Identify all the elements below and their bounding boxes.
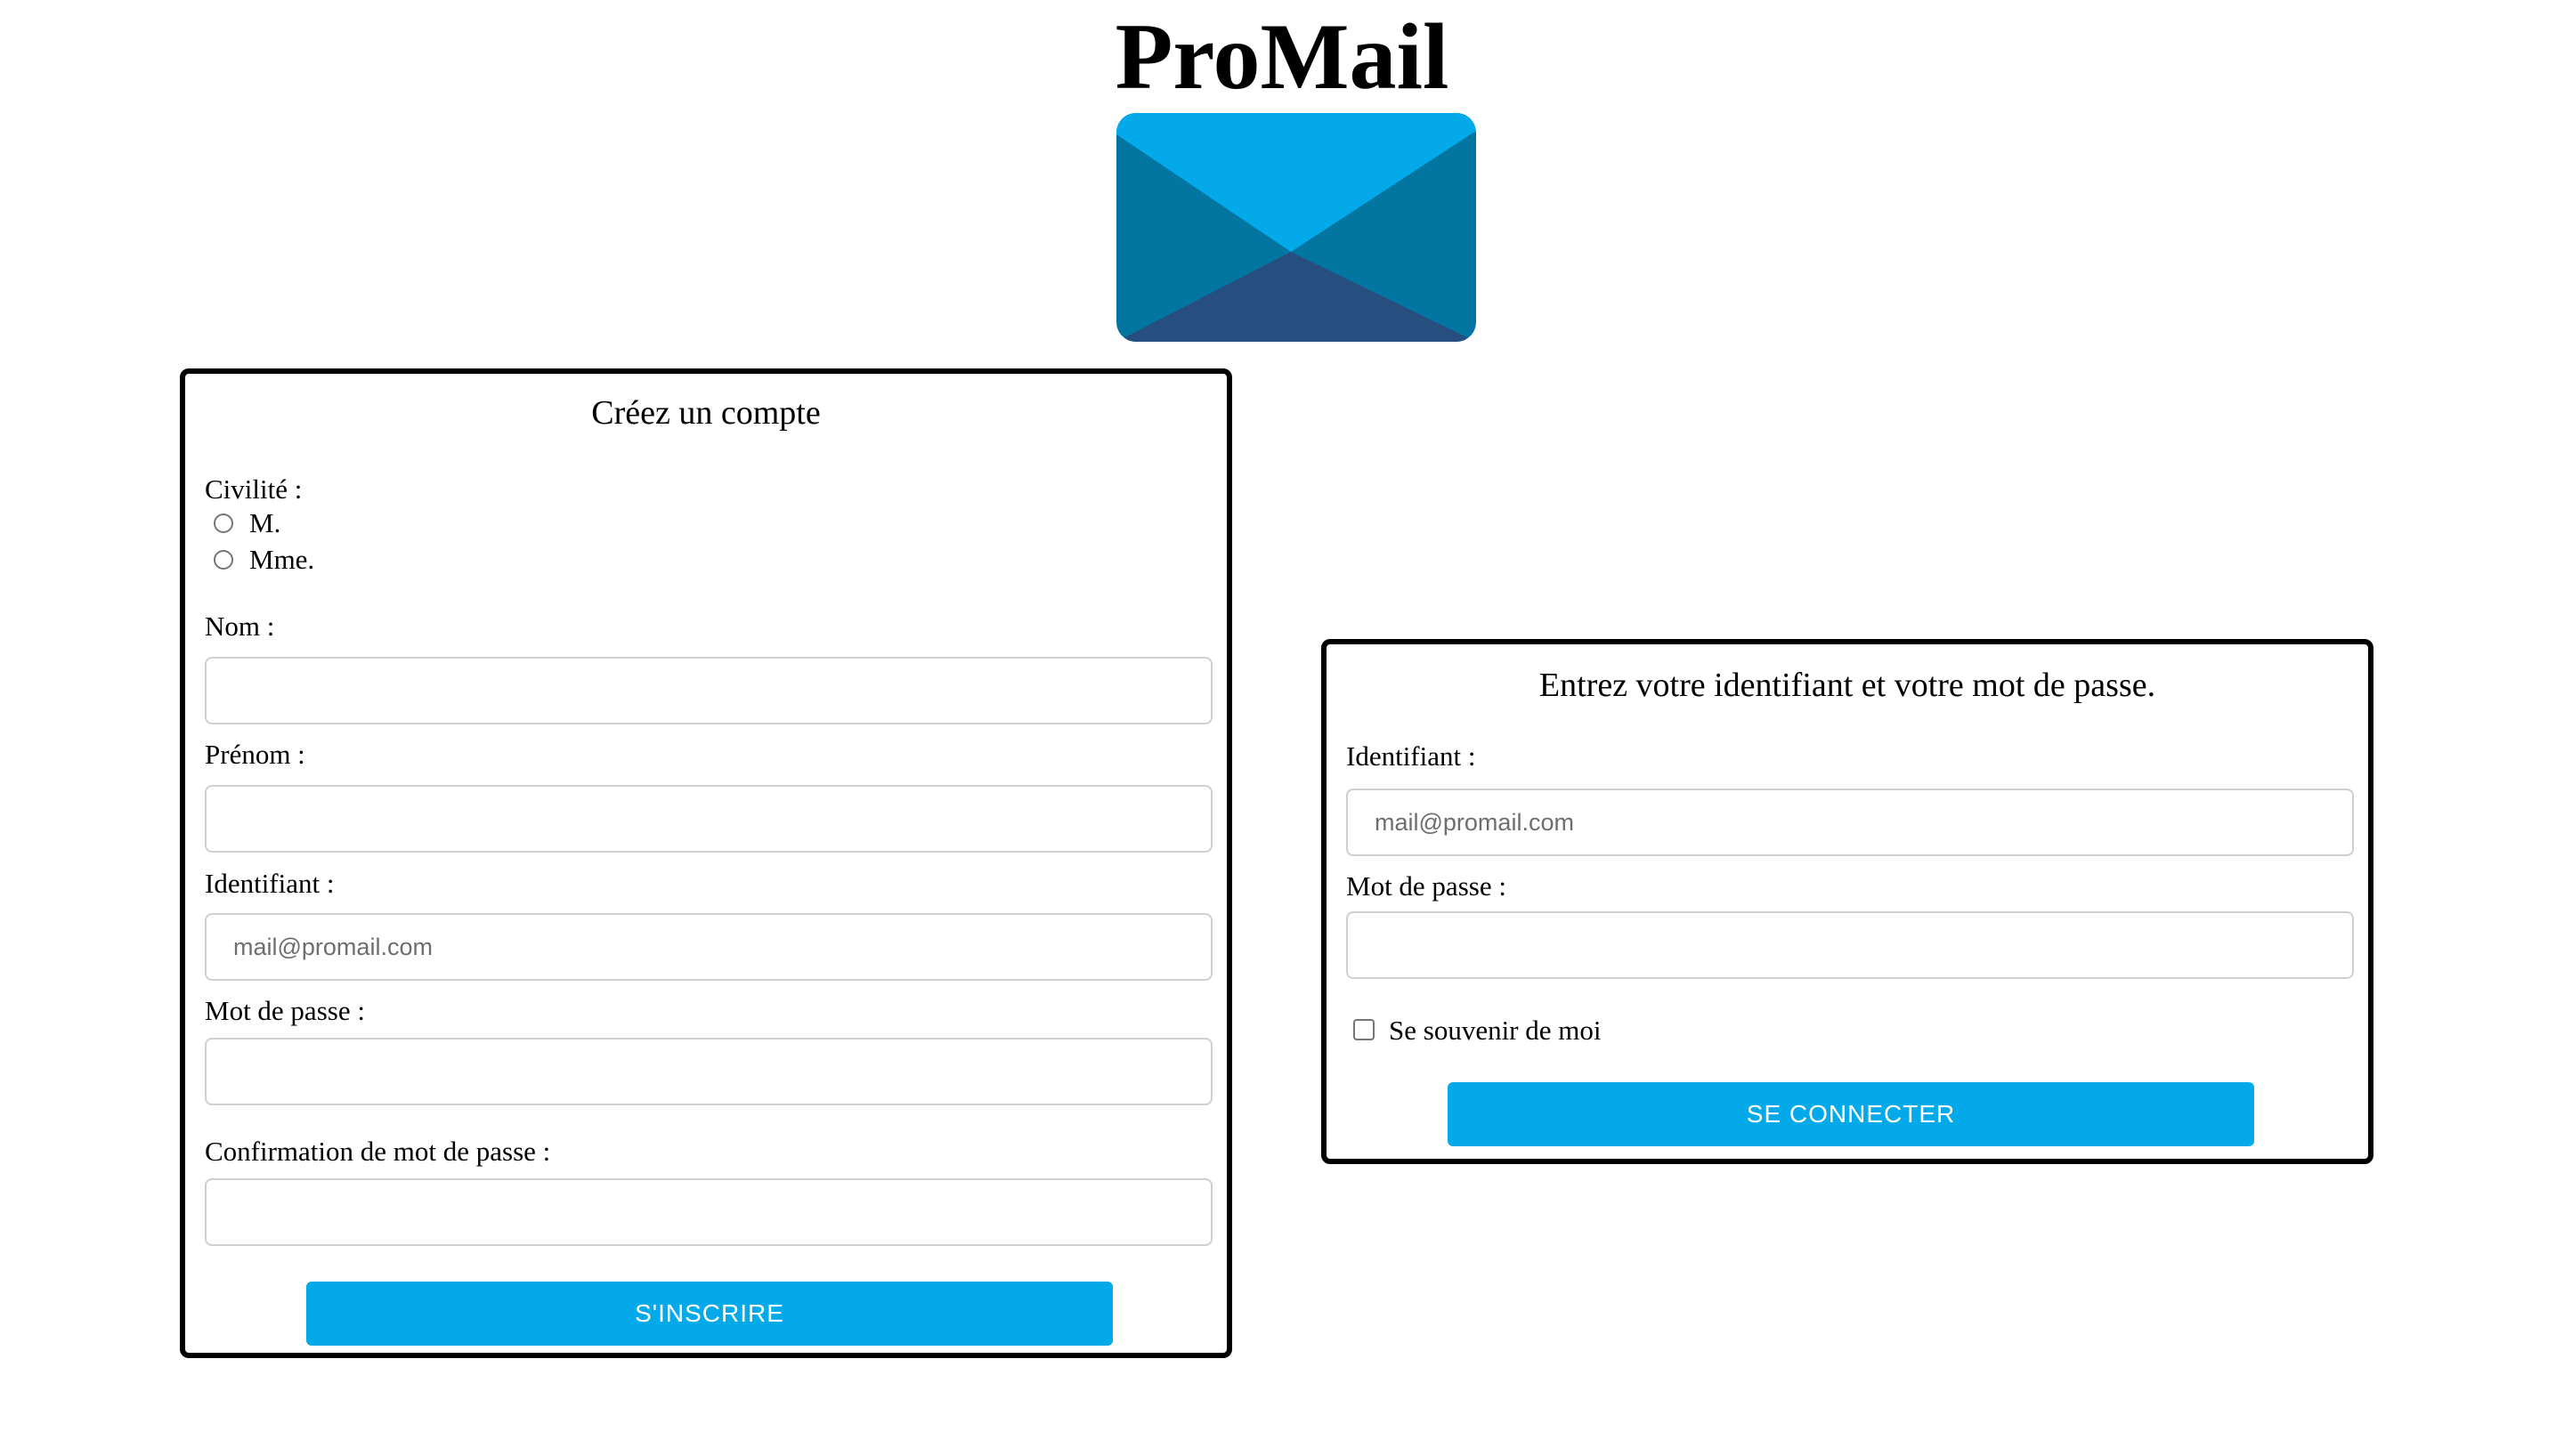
last-name-label: Nom :: [205, 611, 275, 642]
civility-option-mr[interactable]: M.: [214, 506, 280, 541]
signup-card: Créez un compte Civilité : M. Mme. Nom :…: [180, 368, 1232, 1358]
login-title: Entrez votre identifiant et votre mot de…: [1538, 667, 2156, 704]
last-name-input[interactable]: [205, 657, 1213, 724]
civility-option-label: Mme.: [249, 544, 315, 575]
remember-me-label[interactable]: Se souvenir de moi: [1389, 1013, 1602, 1048]
civility-option-label: M.: [249, 507, 281, 538]
civility-radio-mrs[interactable]: [214, 550, 233, 570]
login-button[interactable]: SE CONNECTER: [1448, 1082, 2254, 1146]
civility-radio-mr[interactable]: [214, 514, 233, 533]
remember-me-checkbox[interactable]: [1353, 1019, 1375, 1040]
login-password-label: Mot de passe :: [1346, 870, 1506, 902]
password-confirm-input[interactable]: [205, 1178, 1213, 1246]
signup-button[interactable]: S'INSCRIRE: [306, 1282, 1113, 1346]
login-identifier-input[interactable]: [1346, 789, 2354, 856]
login-password-input[interactable]: [1346, 911, 2354, 979]
password-confirm-label: Confirmation de mot de passe :: [205, 1136, 551, 1167]
first-name-label: Prénom :: [205, 739, 305, 770]
envelope-icon: [1116, 113, 1476, 342]
signup-identifier-input[interactable]: [205, 913, 1213, 981]
signup-identifier-label: Identifiant :: [205, 868, 335, 899]
signup-title: Créez un compte: [591, 394, 821, 432]
civility-label: Civilité :: [205, 473, 303, 505]
signup-password-input[interactable]: [205, 1038, 1213, 1105]
civility-option-mrs[interactable]: Mme.: [214, 542, 314, 578]
login-card: Entrez votre identifiant et votre mot de…: [1321, 639, 2373, 1164]
login-identifier-label: Identifiant :: [1346, 740, 1476, 772]
app-title: ProMail: [1115, 4, 1449, 109]
first-name-input[interactable]: [205, 785, 1213, 853]
signup-password-label: Mot de passe :: [205, 995, 365, 1026]
